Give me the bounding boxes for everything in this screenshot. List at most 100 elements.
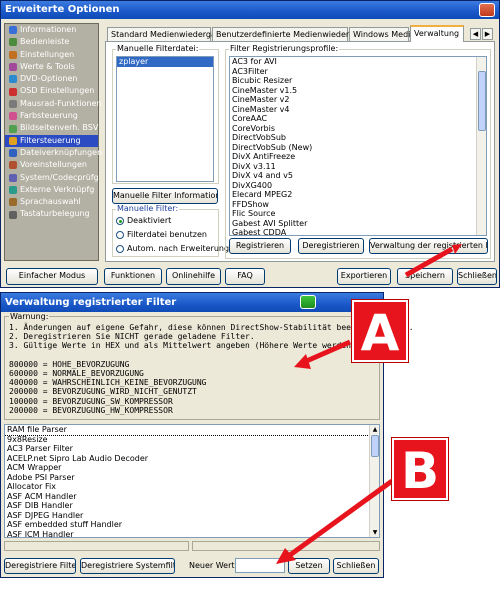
list-item[interactable]: Elecard MPEG2 — [230, 190, 486, 200]
sidebar-item[interactable]: Einstellungen — [5, 49, 98, 61]
options-window-titlebar[interactable]: Erweiterte Optionen — [1, 1, 499, 19]
list-item[interactable]: AC3 for AVI — [230, 57, 486, 67]
sidebar-item-label: OSD Einstellungen — [20, 86, 95, 96]
scroll-thumb[interactable] — [478, 71, 486, 131]
list-item[interactable]: ASF DJPEG Handler — [5, 511, 379, 521]
list-item[interactable]: Bicubic Resizer — [230, 76, 486, 86]
sidebar-item[interactable]: OSD Einstellungen — [5, 85, 98, 97]
sidebar-item-icon — [9, 198, 17, 207]
list-item[interactable]: ASF DIB Handler — [5, 501, 379, 511]
list-item[interactable]: Flic Source — [230, 209, 486, 219]
list-item[interactable]: ASF ACM Handler — [5, 492, 379, 502]
new-value-input[interactable] — [235, 558, 285, 573]
sidebar-item[interactable]: Sprachauswahl — [5, 196, 98, 208]
manual-filter-info-button[interactable]: Manuelle Filter Information — [112, 188, 218, 204]
list-item[interactable]: 9x8Resize — [5, 435, 379, 445]
list-item[interactable]: RAM file Parser — [5, 425, 379, 436]
list-item[interactable]: zplayer — [117, 57, 213, 67]
close-button[interactable]: Schließen — [457, 268, 497, 285]
sidebar-item[interactable]: Tastaturbelegung — [5, 208, 98, 220]
deregister-system-filter-button[interactable]: Deregistriere Systemfilter — [80, 558, 175, 574]
registered-window-titlebar[interactable]: Verwaltung registrierter Filter — [1, 293, 383, 312]
sidebar-item-label: Tastaturbelegung — [20, 209, 90, 219]
deregister-filter-button[interactable]: Deregistriere Filter — [4, 558, 76, 574]
deregister-button[interactable]: Deregistrieren — [298, 238, 364, 254]
tab-standard-playback[interactable]: Standard Medienwiedergabe — [107, 27, 226, 41]
options-window-title: Erweiterte Optionen — [5, 4, 120, 15]
sidebar-item[interactable]: Werte & Tools — [5, 61, 98, 73]
list-item[interactable]: DivX v3.11 — [230, 162, 486, 172]
list-item[interactable]: CoreVorbis — [230, 124, 486, 134]
sidebar-item[interactable]: Filtersteuerung — [5, 134, 98, 147]
tab-scroll-left-icon[interactable]: ◀ — [470, 28, 481, 40]
scroll-down-icon[interactable]: ▼ — [370, 528, 380, 537]
tab-custom-playback[interactable]: Benutzerdefinierte Medienwiedergabe — [212, 27, 369, 41]
options-close-icon[interactable] — [479, 3, 495, 17]
sidebar-item[interactable]: Externe Verknüpfg — [5, 184, 98, 196]
scroll-up-icon[interactable]: ▲ — [370, 425, 380, 434]
sidebar-item[interactable]: Mausrad-Funktionen — [5, 98, 101, 110]
sidebar-item-icon — [9, 173, 17, 182]
tab-scroll-right-icon[interactable]: ▶ — [482, 28, 493, 40]
sidebar-item[interactable]: Farbsteuerung — [5, 110, 98, 122]
sidebar-item-icon — [9, 186, 17, 194]
faq-button[interactable]: FAQ — [225, 268, 265, 285]
list-item[interactable]: CineMaster v1.5 — [230, 86, 486, 96]
radio-auto-extension[interactable]: Autom. nach Erweiterung — [116, 244, 229, 253]
tab-management[interactable]: Verwaltung — [410, 25, 464, 42]
list-item[interactable]: DivX AntiFreeze — [230, 152, 486, 162]
list-item[interactable]: FFDShow — [230, 200, 486, 210]
tab-windows-media[interactable]: Windows Media — [349, 27, 415, 41]
sidebar-item-label: Farbsteuerung — [20, 111, 78, 121]
sidebar-item-icon — [9, 124, 17, 133]
list-item[interactable]: DivX v4 and v5 — [230, 171, 486, 181]
manual-filter-list[interactable]: zplayer — [116, 56, 214, 182]
scroll-thumb[interactable] — [371, 435, 379, 457]
list-item[interactable]: Gabest CDDA — [230, 228, 486, 235]
registered-filters-list[interactable]: RAM file Parser 9x8Resize AC3 Parser Filte… — [4, 424, 380, 538]
list-item[interactable]: ACM Wrapper — [5, 463, 379, 473]
filter-profiles-list[interactable]: AC3 for AVI AC3Filter Bicubic Resizer CineM… — [229, 56, 487, 236]
simple-mode-button[interactable]: Einfacher Modus — [6, 268, 98, 285]
list-item[interactable]: CoreAAC — [230, 114, 486, 124]
register-button[interactable]: Registrieren — [229, 238, 291, 254]
list-item[interactable]: DivXG400 — [230, 181, 486, 191]
filter-profiles-scrollbar[interactable] — [476, 57, 486, 235]
list-item[interactable]: DirectVobSub (New) — [230, 143, 486, 153]
list-item[interactable]: Adobe PSI Parser — [5, 473, 379, 483]
export-button[interactable]: Exportieren — [337, 268, 391, 285]
list-item[interactable]: DirectVobSub — [230, 133, 486, 143]
manage-registered-button[interactable]: Verwaltung der registrierten Fi — [369, 238, 488, 254]
set-button[interactable]: Setzen — [288, 558, 330, 574]
registered-close-button[interactable]: Schließen — [333, 558, 379, 574]
radio-icon — [116, 230, 124, 239]
online-help-button[interactable]: Onlinehilfe — [166, 268, 221, 285]
sidebar-item[interactable]: Informationen — [5, 24, 98, 36]
list-item[interactable]: AC3Filter — [230, 67, 486, 77]
list-item[interactable]: CineMaster v2 — [230, 95, 486, 105]
radio-label: Filterdatei benutzen — [127, 230, 207, 239]
save-button[interactable]: Speichern — [397, 268, 453, 285]
sidebar-item-icon — [9, 50, 17, 59]
sidebar-item[interactable]: Dateiverknüpfungen — [5, 147, 102, 159]
sidebar-item[interactable]: System/Codecprüfg — [5, 172, 99, 184]
sidebar-item[interactable]: Voreinstellungen — [5, 159, 98, 171]
radio-deactivated[interactable]: Deaktiviert — [116, 216, 171, 225]
list-item[interactable]: ASF embedded stuff Handler — [5, 520, 379, 530]
list-item[interactable]: CineMaster v4 — [230, 105, 486, 115]
sidebar-item[interactable]: DVD-Optionen — [5, 73, 98, 85]
filter-profiles-label: Filter Registrierungsprofile: — [229, 44, 340, 53]
sidebar-item[interactable]: Bedienleiste — [5, 36, 98, 48]
list-item[interactable]: AC3 Parser Filter — [5, 444, 379, 454]
list-item[interactable]: ACELP.net Sipro Lab Audio Decoder — [5, 454, 379, 464]
sidebar-item-icon — [9, 149, 17, 158]
list-item[interactable]: ASF ICM Handler — [5, 530, 379, 538]
functions-button[interactable]: Funktionen — [104, 268, 162, 285]
radio-label: Deaktiviert — [127, 216, 172, 225]
sidebar-item[interactable]: Bildseitenverh. BSV — [5, 122, 98, 134]
list-item[interactable]: Gabest AVI Splitter — [230, 219, 486, 229]
registered-filters-scrollbar[interactable]: ▲ ▼ — [369, 425, 379, 537]
list-item[interactable]: Allocator Fix — [5, 482, 379, 492]
registered-close-icon[interactable] — [300, 295, 316, 309]
radio-use-filter-file[interactable]: Filterdatei benutzen — [116, 230, 207, 239]
